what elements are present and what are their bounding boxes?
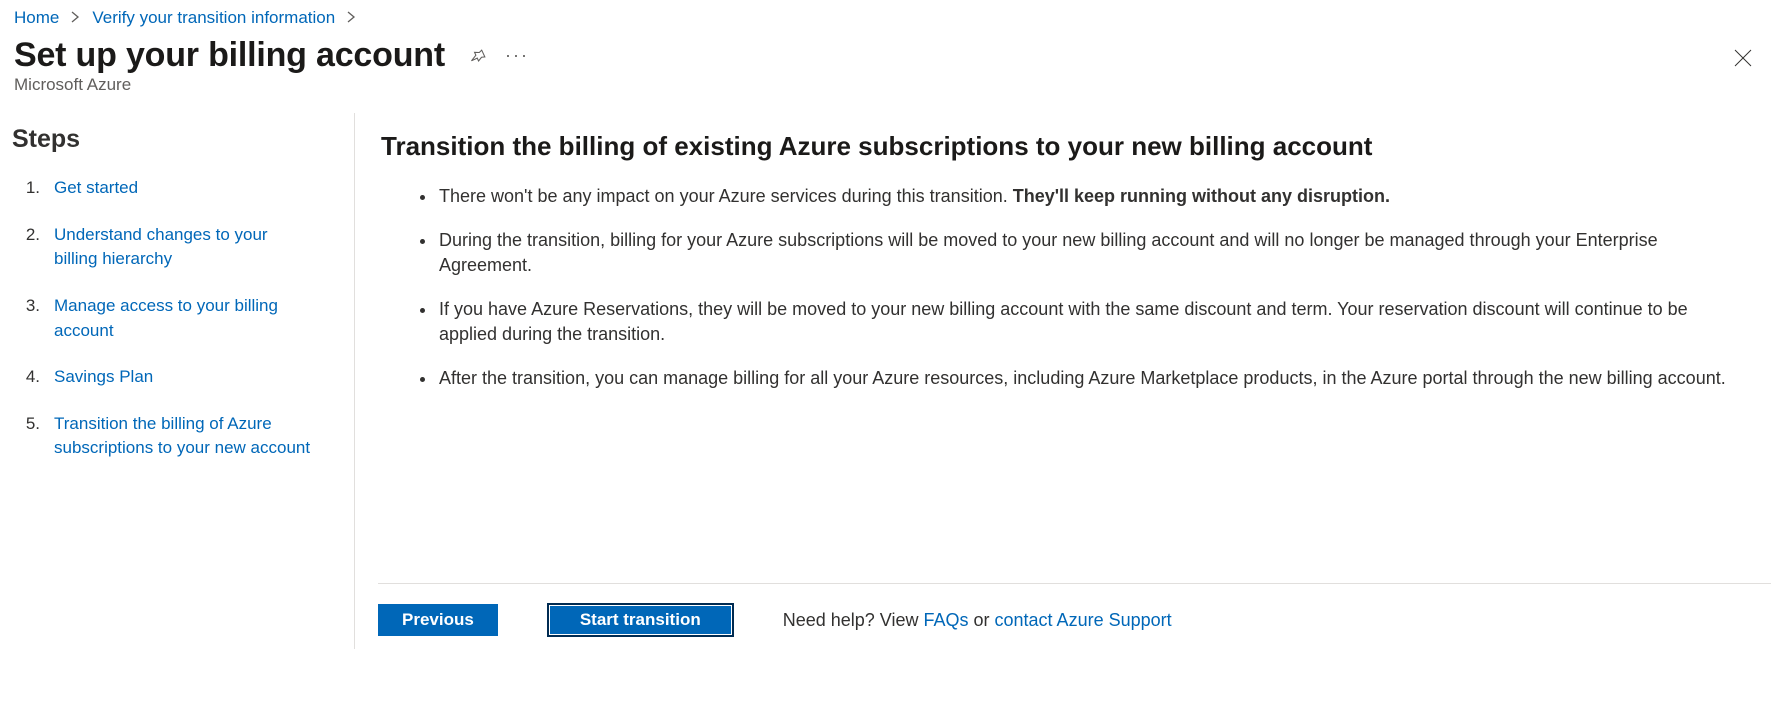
step-understand-changes[interactable]: Understand changes to your billing hiera… bbox=[54, 223, 314, 272]
breadcrumb: Home Verify your transition information bbox=[0, 0, 1771, 28]
step-item: 1. Get started bbox=[12, 176, 348, 201]
step-savings-plan[interactable]: Savings Plan bbox=[54, 365, 153, 390]
step-get-started[interactable]: Get started bbox=[54, 176, 138, 201]
step-item: 5. Transition the billing of Azure subsc… bbox=[12, 412, 348, 461]
step-manage-access[interactable]: Manage access to your billing account bbox=[54, 294, 314, 343]
breadcrumb-verify[interactable]: Verify your transition information bbox=[92, 8, 335, 28]
faqs-link[interactable]: FAQs bbox=[923, 610, 968, 630]
step-number: 4. bbox=[12, 365, 54, 390]
start-transition-button[interactable]: Start transition bbox=[548, 604, 733, 636]
bullet-item: After the transition, you can manage bil… bbox=[437, 366, 1731, 392]
page-subtitle: Microsoft Azure bbox=[0, 75, 1771, 113]
step-transition-billing[interactable]: Transition the billing of Azure subscrip… bbox=[54, 412, 314, 461]
step-number: 1. bbox=[12, 176, 54, 201]
support-link[interactable]: contact Azure Support bbox=[995, 610, 1172, 630]
sidebar-title: Steps bbox=[12, 125, 348, 154]
more-icon[interactable]: ··· bbox=[505, 45, 529, 66]
steps-sidebar: Steps 1. Get started 2. Understand chang… bbox=[0, 113, 355, 649]
main-content: Transition the billing of existing Azure… bbox=[355, 113, 1771, 649]
breadcrumb-home[interactable]: Home bbox=[14, 8, 59, 28]
step-item: 2. Understand changes to your billing hi… bbox=[12, 223, 348, 272]
close-icon[interactable] bbox=[1733, 48, 1753, 73]
step-number: 3. bbox=[12, 294, 54, 319]
page-header: Set up your billing account ··· bbox=[0, 28, 1771, 75]
breadcrumb-separator-icon bbox=[347, 10, 356, 27]
footer-bar: Previous Start transition Need help? Vie… bbox=[378, 583, 1771, 636]
step-item: 3. Manage access to your billing account bbox=[12, 294, 348, 343]
pin-icon[interactable] bbox=[469, 47, 487, 65]
step-item: 4. Savings Plan bbox=[12, 365, 348, 390]
help-text: Need help? View FAQs or contact Azure Su… bbox=[783, 610, 1172, 631]
step-number: 2. bbox=[12, 223, 54, 248]
previous-button[interactable]: Previous bbox=[378, 604, 498, 636]
bullet-item: During the transition, billing for your … bbox=[437, 228, 1731, 279]
main-heading: Transition the billing of existing Azure… bbox=[381, 131, 1731, 162]
bullet-item: There won't be any impact on your Azure … bbox=[437, 184, 1731, 210]
bullet-item: If you have Azure Reservations, they wil… bbox=[437, 297, 1731, 348]
breadcrumb-separator-icon bbox=[71, 10, 80, 27]
step-number: 5. bbox=[12, 412, 54, 437]
page-title: Set up your billing account bbox=[14, 36, 445, 75]
